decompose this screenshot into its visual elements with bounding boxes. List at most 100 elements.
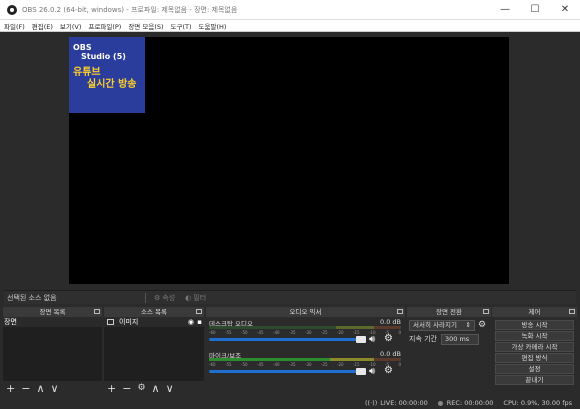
scenes-dock: 장면 목록 장면 + − ∧ ∨: [3, 307, 102, 395]
scenes-dock-title: 장면 목록: [3, 307, 102, 317]
studio-mode-button[interactable]: 편집 방식: [495, 353, 574, 363]
transition-select[interactable]: 서서히 사라지기 ⇕: [409, 319, 475, 331]
gear-icon[interactable]: ⚙: [384, 333, 393, 344]
lock-icon[interactable]: ▪: [197, 317, 202, 327]
scenes-toolbar: + − ∧ ∨: [3, 381, 102, 395]
menu-edit[interactable]: 편집(E): [32, 21, 53, 31]
rec-status: REC: 00:00:00: [437, 399, 494, 407]
divider: [145, 292, 146, 303]
sources-toolbar: + − ⚙ ∧ ∨: [104, 381, 204, 395]
move-down-button[interactable]: ∨: [166, 383, 174, 394]
mixer-dock-title: 오디오 믹서: [206, 307, 405, 317]
list-item[interactable]: 이미지 ◉ ▪: [104, 317, 204, 327]
speaker-icon[interactable]: 🔊︎: [369, 366, 375, 377]
source-name: 이미지: [119, 318, 139, 326]
menu-help[interactable]: 도움말(H): [199, 21, 227, 31]
transitions-body: 서서히 사라지기 ⇕ ⚙ 지속 기간 300 ms: [407, 317, 491, 395]
sources-title-label: 소스 목록: [141, 308, 167, 316]
transitions-dock: 장면 전환 서서히 사라지기 ⇕ ⚙ 지속 기간 300 ms: [407, 307, 491, 395]
speaker-icon[interactable]: 🔊︎: [369, 334, 375, 345]
move-up-button[interactable]: ∧: [36, 383, 44, 394]
thumb-line-3: 유튜브: [73, 67, 101, 78]
gear-icon[interactable]: ⚙: [478, 320, 486, 330]
audio-mixer-dock: 오디오 믹서 데스크탑 오디오 0.0 dB -60 -55 -50 -45 -40 -3…: [206, 307, 405, 395]
duration-spinbox[interactable]: 300 ms: [441, 333, 479, 345]
undock-icon[interactable]: [569, 309, 575, 314]
mixer-track-desktop: 데스크탑 오디오 0.0 dB -60 -55 -50 -45 -40 -35 -30 -25…: [206, 317, 405, 347]
undock-icon[interactable]: [397, 309, 403, 314]
menu-file[interactable]: 파일(F): [4, 21, 25, 31]
mixer-title-label: 오디오 믹서: [289, 308, 322, 316]
undock-icon[interactable]: [196, 309, 202, 314]
filters-label: 필터: [193, 293, 207, 302]
remove-source-button[interactable]: −: [122, 383, 131, 394]
controls-dock: 제어 방송 시작 녹화 시작 가상 카메라 시작 편집 방식 설정 끝내기: [492, 307, 577, 395]
transitions-dock-title: 장면 전환: [407, 307, 491, 317]
track-db: 0.0 dB: [380, 318, 401, 326]
remove-scene-button[interactable]: −: [21, 383, 30, 394]
menu-bar: 파일(F) 편집(E) 보기(V) 프로파일(P) 장면 모음(S) 도구(T)…: [0, 20, 580, 32]
live-time: LIVE: 00:00:00: [380, 399, 428, 407]
add-scene-button[interactable]: +: [6, 383, 15, 394]
volume-slider-handle[interactable]: [356, 336, 366, 343]
filter-icon: ◐: [185, 293, 192, 302]
title-bar: OBS 26.0.2 (64-bit, windows) - 프로파일: 제목없…: [0, 0, 580, 20]
menu-tools[interactable]: 도구(T): [171, 21, 192, 31]
volume-slider-handle[interactable]: [356, 368, 366, 375]
rec-time: REC: 00:00:00: [446, 399, 494, 407]
scenes-list[interactable]: 장면: [3, 317, 102, 381]
source-properties-gear-icon[interactable]: ⚙: [137, 383, 145, 394]
undock-icon[interactable]: [94, 309, 100, 314]
properties-label: 속성: [162, 293, 176, 302]
volume-slider[interactable]: [209, 338, 361, 341]
maximize-button[interactable]: ☐: [520, 0, 550, 20]
menu-scene-collection[interactable]: 장면 모음(S): [128, 21, 163, 31]
duration-value: 300 ms: [445, 334, 470, 343]
duration-label: 지속 기간: [409, 335, 437, 343]
undock-icon[interactable]: [483, 309, 489, 314]
volume-meter: [209, 358, 401, 361]
eye-icon[interactable]: ◉: [188, 317, 194, 327]
thumb-line-4: 실시간 방송: [87, 79, 137, 90]
sources-list[interactable]: 이미지 ◉ ▪: [104, 317, 204, 381]
mixer-track-mic: 마이크/보조 0.0 dB -60 -55 -50 -45 -40 -35 -30 -25 -2…: [206, 349, 405, 379]
move-down-button[interactable]: ∨: [51, 383, 59, 394]
chevron-up-down-icon: ⇕: [465, 320, 471, 329]
window-title: OBS 26.0.2 (64-bit, windows) - 프로파일: 제목없…: [22, 5, 238, 14]
scenes-title-label: 장면 목록: [39, 308, 66, 316]
add-source-button[interactable]: +: [107, 383, 116, 394]
obs-logo-icon: [7, 4, 17, 15]
controls-title-label: 제어: [528, 308, 541, 316]
exit-button[interactable]: 끝내기: [495, 375, 574, 385]
properties-button[interactable]: ⚙ 속성: [152, 293, 175, 303]
scene-name: 장면: [4, 318, 17, 326]
filters-button[interactable]: ◐ 필터: [183, 293, 206, 303]
start-streaming-button[interactable]: 방송 시작: [495, 320, 574, 330]
live-icon: ((·)): [365, 399, 378, 407]
transitions-title-label: 장면 전환: [436, 308, 462, 316]
preview-area[interactable]: OBS Studio (5) 유튜브 실시간 방송: [4, 33, 576, 287]
list-item[interactable]: 장면: [3, 317, 102, 327]
move-up-button[interactable]: ∧: [152, 383, 160, 394]
cpu-fps: CPU: 0.9%, 30.00 fps: [503, 399, 572, 407]
volume-meter: [209, 326, 401, 329]
volume-slider[interactable]: [209, 370, 361, 373]
image-icon: [107, 319, 114, 325]
menu-view[interactable]: 보기(V): [60, 21, 81, 31]
minimize-button[interactable]: —: [490, 0, 520, 20]
rec-dot-icon: [437, 400, 443, 406]
context-bar: 선택된 소스 없음 ⚙ 속성 ◐ 필터: [4, 290, 576, 304]
sources-dock-title: 소스 목록: [104, 307, 204, 317]
transition-selected-value: 서서히 사라지기: [413, 320, 457, 329]
controls-dock-title: 제어: [492, 307, 577, 317]
cpu-status: CPU: 0.9%, 30.00 fps: [503, 399, 572, 407]
close-button[interactable]: ✕: [550, 0, 580, 20]
menu-profile[interactable]: 프로파일(P): [88, 21, 121, 31]
gear-icon[interactable]: ⚙: [384, 365, 393, 376]
start-virtual-camera-button[interactable]: 가상 카메라 시작: [495, 342, 574, 352]
settings-button[interactable]: 설정: [495, 364, 574, 374]
start-recording-button[interactable]: 녹화 시작: [495, 331, 574, 341]
sources-dock: 소스 목록 이미지 ◉ ▪ + − ⚙ ∧ ∨: [104, 307, 204, 395]
preview-canvas[interactable]: OBS Studio (5) 유튜브 실시간 방송: [69, 37, 509, 284]
image-source-thumbnail[interactable]: OBS Studio (5) 유튜브 실시간 방송: [69, 37, 145, 113]
